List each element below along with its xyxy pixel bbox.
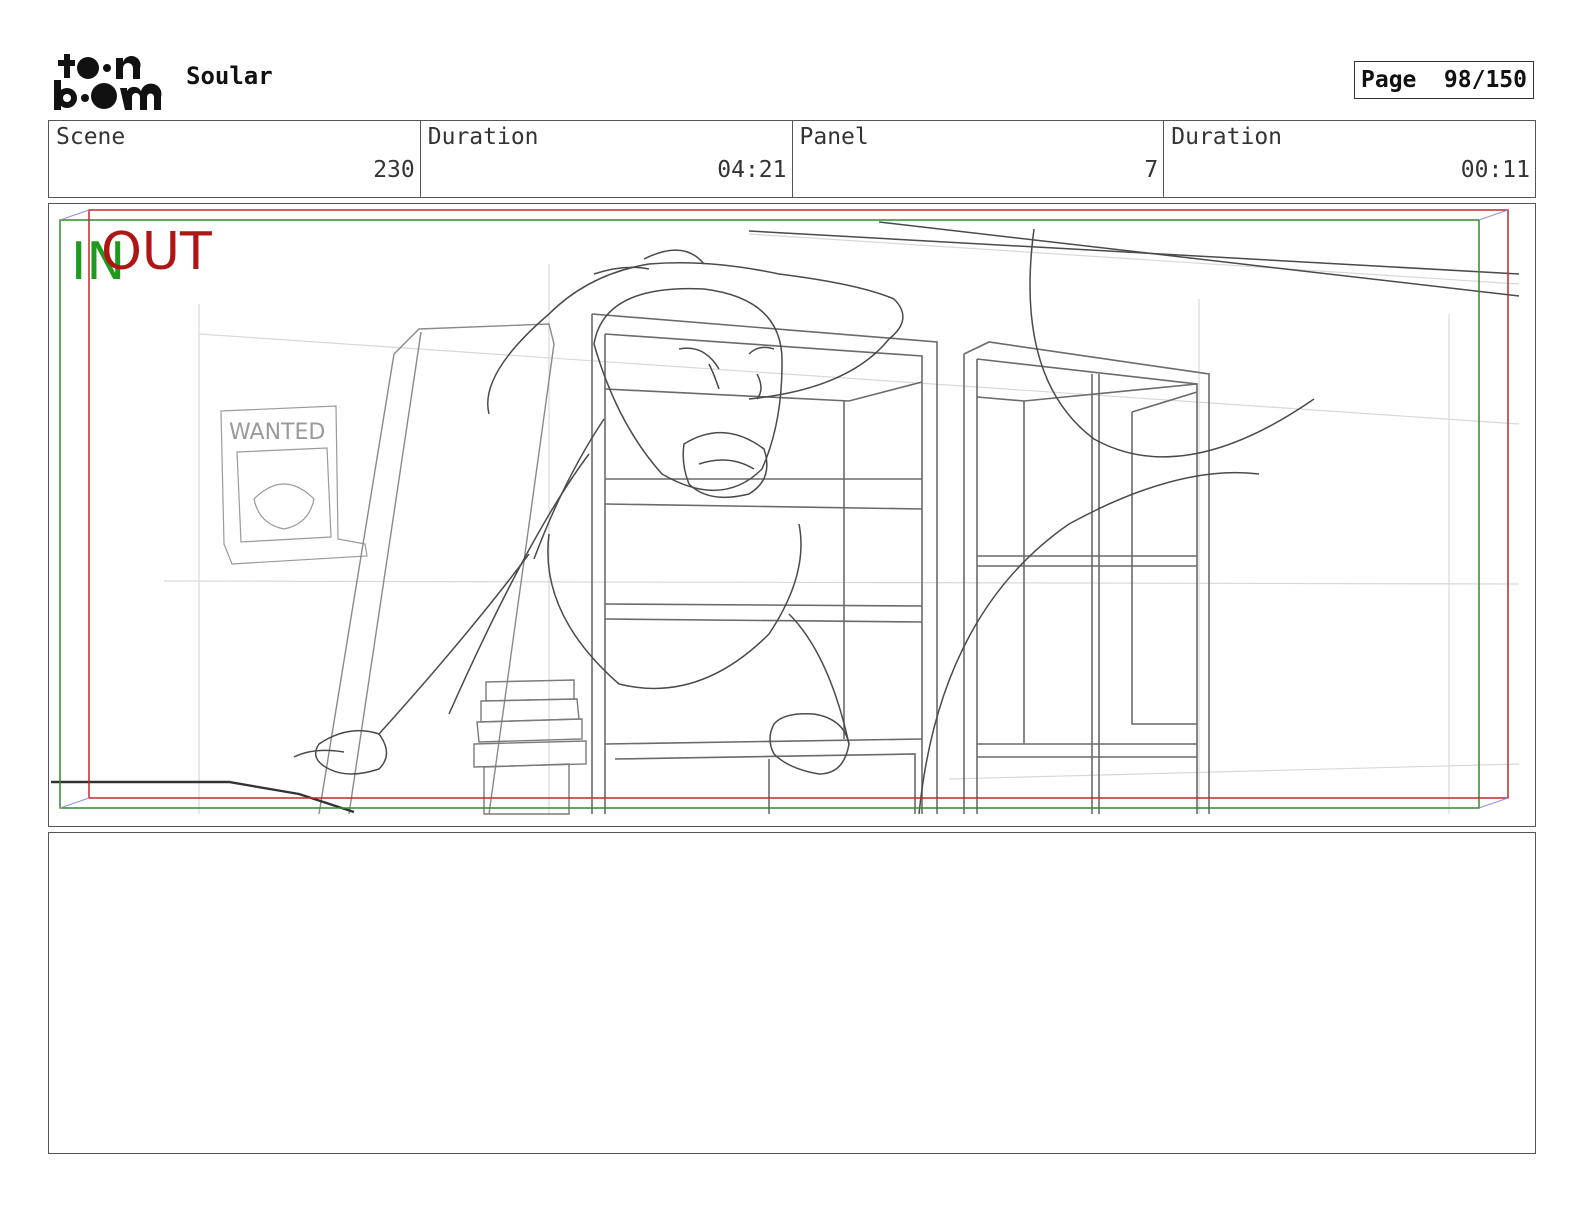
out-marker: OUT (101, 222, 212, 282)
page-indicator: Page 98/150 (1354, 61, 1534, 99)
in-frame-guide (59, 219, 1480, 809)
panel-cell: Panel 7 (793, 121, 1165, 197)
panel-duration-label: Duration (1171, 124, 1283, 150)
book-stack (473, 679, 587, 815)
page-number: 98/150 (1443, 67, 1527, 93)
scene-info-bar: Scene 230 Duration 04:21 Panel 7 Duratio… (48, 120, 1536, 198)
scene-label: Scene (56, 124, 126, 150)
panel-duration-value: 00:11 (1460, 157, 1530, 183)
panel-value: 7 (1144, 157, 1159, 183)
scene-cell: Scene 230 (49, 121, 421, 197)
panel-sketch: WANTED (51, 209, 1520, 815)
panel-label: Panel (799, 124, 869, 150)
panel-notes-box (48, 832, 1536, 1154)
bookshelf-left (591, 313, 938, 814)
panel-duration-cell: Duration 00:11 (1164, 121, 1535, 197)
scene-value: 230 (373, 157, 415, 183)
poster-text: WANTED (229, 420, 325, 445)
character-sketch (51, 221, 1520, 815)
scene-duration-label: Duration (427, 124, 539, 150)
project-title: Soular (186, 62, 273, 90)
out-frame-guide (88, 209, 1509, 799)
scene-duration-cell: Duration 04:21 (421, 121, 793, 197)
storyboard-panel: WANTED IN OUT (48, 203, 1536, 827)
bookshelf-right (963, 341, 1210, 814)
toon-boom-logo (54, 54, 162, 110)
page-label: Page (1361, 67, 1417, 93)
scene-duration-value: 04:21 (717, 157, 787, 183)
